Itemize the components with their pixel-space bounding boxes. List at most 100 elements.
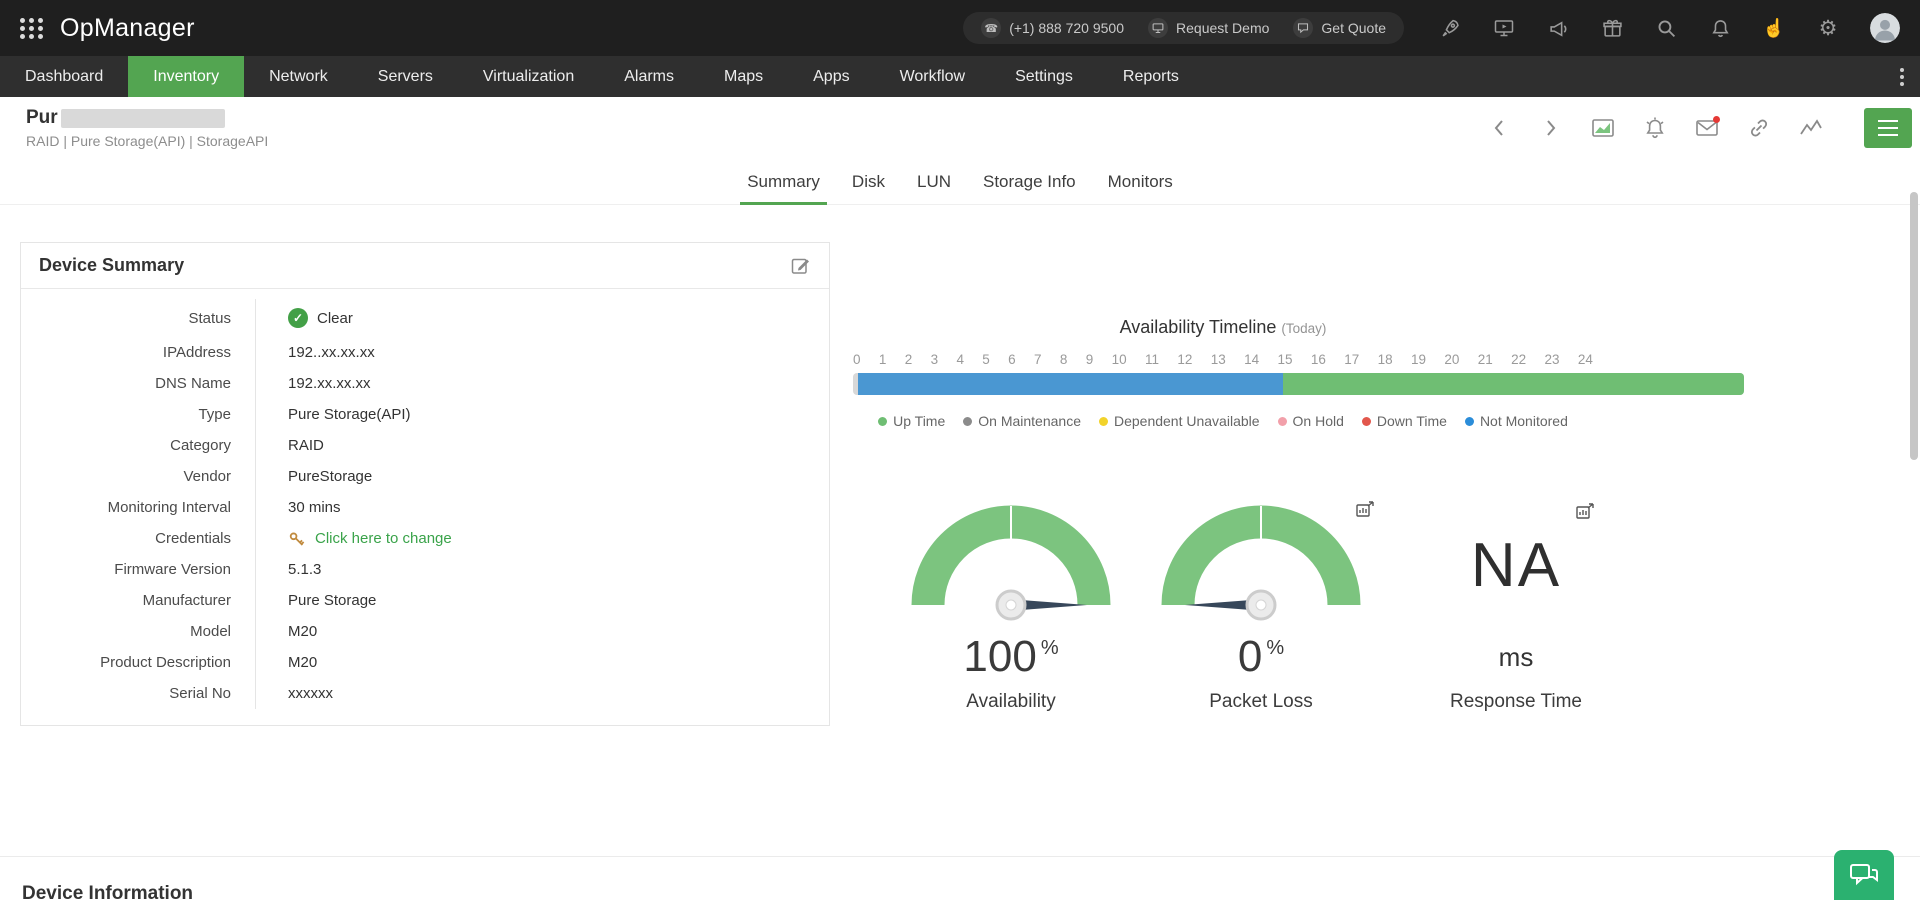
legend-dot (1465, 417, 1474, 426)
timeline-tick: 6 (1008, 352, 1016, 367)
user-avatar[interactable] (1870, 13, 1900, 43)
summary-label: IPAddress (21, 337, 256, 368)
request-demo-button[interactable]: Request Demo (1148, 18, 1269, 38)
summary-label: Status (21, 299, 256, 337)
performance-graphs-icon[interactable] (1590, 115, 1616, 141)
device-header-actions (1486, 108, 1912, 148)
timeline-tick: 11 (1145, 352, 1159, 367)
search-icon[interactable] (1654, 16, 1678, 40)
edit-icon[interactable] (790, 255, 811, 276)
legend-dot (1099, 417, 1108, 426)
summary-value: Click here to change (256, 523, 452, 554)
timeline-tick: 16 (1311, 352, 1326, 367)
summary-value: xxxxxx (256, 678, 333, 709)
timeline-tick: 15 (1277, 352, 1292, 367)
presentation-icon[interactable] (1492, 16, 1516, 40)
timeline-tick: 13 (1211, 352, 1226, 367)
timeline-tick: 2 (905, 352, 913, 367)
device-header: Pur RAID | Pure Storage(API) | StorageAP… (0, 97, 1920, 159)
apps-grid-icon[interactable] (20, 18, 44, 39)
legend-dot (1278, 417, 1287, 426)
nav-item-virtualization[interactable]: Virtualization (458, 56, 599, 97)
availability-value: 100 (963, 635, 1036, 679)
availability-gauge: 100 % Availability (911, 505, 1111, 713)
timeline-tick: 5 (982, 352, 990, 367)
contact-pill: ☎ (+1) 888 720 9500 Request Demo Get Quo… (963, 12, 1404, 44)
response-time-unit: ms (1499, 642, 1534, 673)
response-time-widget: NA ms Response Time (1411, 505, 1621, 713)
whats-new-icon[interactable] (1600, 16, 1624, 40)
timeline-title: Availability Timeline (Today) (853, 317, 1593, 338)
sparkline-icon[interactable] (1798, 115, 1824, 141)
tab-disk[interactable]: Disk (836, 159, 901, 204)
nav-item-network[interactable]: Network (244, 56, 353, 97)
tab-lun[interactable]: LUN (901, 159, 967, 204)
response-time-value: NA (1471, 530, 1561, 601)
phone-number: (+1) 888 720 9500 (1009, 20, 1124, 36)
timeline-tick: 20 (1444, 352, 1459, 367)
summary-label: Type (21, 399, 256, 430)
legend-on-hold: On Hold (1278, 413, 1344, 429)
rocket-icon[interactable] (1438, 16, 1462, 40)
summary-row-type: TypePure Storage(API) (21, 399, 829, 430)
tab-storage-info[interactable]: Storage Info (967, 159, 1092, 204)
right-panel: Availability Timeline (Today) 0123456789… (853, 205, 1920, 713)
summary-row-model: ModelM20 (21, 616, 829, 647)
mail-icon[interactable] (1694, 115, 1720, 141)
summary-row-status: Status✓Clear (21, 299, 829, 337)
nav-item-reports[interactable]: Reports (1098, 56, 1204, 97)
tab-monitors[interactable]: Monitors (1092, 159, 1189, 204)
summary-row-credentials: Credentials Click here to change (21, 523, 829, 554)
menu-button[interactable] (1864, 108, 1912, 148)
nav-item-inventory[interactable]: Inventory (128, 56, 244, 97)
timeline-segment-not-monitored (858, 373, 1283, 395)
summary-row-manufacturer: ManufacturerPure Storage (21, 585, 829, 616)
nav-item-maps[interactable]: Maps (699, 56, 788, 97)
announcement-icon[interactable] (1546, 16, 1570, 40)
legend-dot (1362, 417, 1371, 426)
settings-gear-icon[interactable]: ⚙ (1816, 16, 1840, 40)
summary-value: ✓Clear (256, 299, 353, 337)
nav-item-alarms[interactable]: Alarms (599, 56, 699, 97)
timeline-segment-up-time (1283, 373, 1744, 395)
alarm-icon[interactable] (1642, 115, 1668, 141)
packet-loss-value: 0 (1238, 635, 1262, 679)
chat-button[interactable] (1834, 850, 1894, 900)
export-icon[interactable] (1356, 501, 1375, 523)
summary-value: RAID (256, 430, 324, 461)
summary-row-ipaddress: IPAddress192..xx.xx.xx (21, 337, 829, 368)
link-icon[interactable] (1746, 115, 1772, 141)
availability-timeline: Availability Timeline (Today) 0123456789… (853, 317, 1744, 429)
nav-overflow-menu-icon[interactable] (1884, 56, 1920, 97)
notifications-bell-icon[interactable] (1708, 16, 1732, 40)
nav-item-workflow[interactable]: Workflow (875, 56, 991, 97)
timeline-legend: Up TimeOn MaintenanceDependent Unavailab… (853, 413, 1593, 429)
summary-label: Firmware Version (21, 554, 256, 585)
timeline-tick: 23 (1544, 352, 1559, 367)
app-title[interactable]: OpManager (60, 14, 195, 43)
timeline-tick: 1 (879, 352, 887, 367)
chevron-left-icon[interactable] (1486, 115, 1512, 141)
packet-loss-gauge: 0 % Packet Loss (1161, 505, 1361, 713)
chevron-right-icon[interactable] (1538, 115, 1564, 141)
credentials-change-link[interactable]: Click here to change (315, 530, 452, 547)
nav-item-servers[interactable]: Servers (353, 56, 458, 97)
feedback-hand-icon[interactable]: ☝ (1762, 16, 1786, 40)
summary-row-category: CategoryRAID (21, 430, 829, 461)
chat-icon (1849, 862, 1879, 888)
summary-label: Category (21, 430, 256, 461)
summary-label: Credentials (21, 523, 256, 554)
scrollbar-thumb[interactable] (1910, 192, 1918, 460)
nav-item-apps[interactable]: Apps (788, 56, 874, 97)
nav-item-settings[interactable]: Settings (990, 56, 1098, 97)
export-icon[interactable] (1576, 503, 1595, 525)
tab-summary[interactable]: Summary (731, 159, 836, 204)
summary-label: Monitoring Interval (21, 492, 256, 523)
nav-item-dashboard[interactable]: Dashboard (0, 56, 128, 97)
timeline-tick: 24 (1578, 352, 1593, 367)
legend-dot (963, 417, 972, 426)
phone-contact[interactable]: ☎ (+1) 888 720 9500 (981, 18, 1124, 38)
legend-dot (878, 417, 887, 426)
summary-label: Model (21, 616, 256, 647)
get-quote-button[interactable]: Get Quote (1293, 18, 1386, 38)
